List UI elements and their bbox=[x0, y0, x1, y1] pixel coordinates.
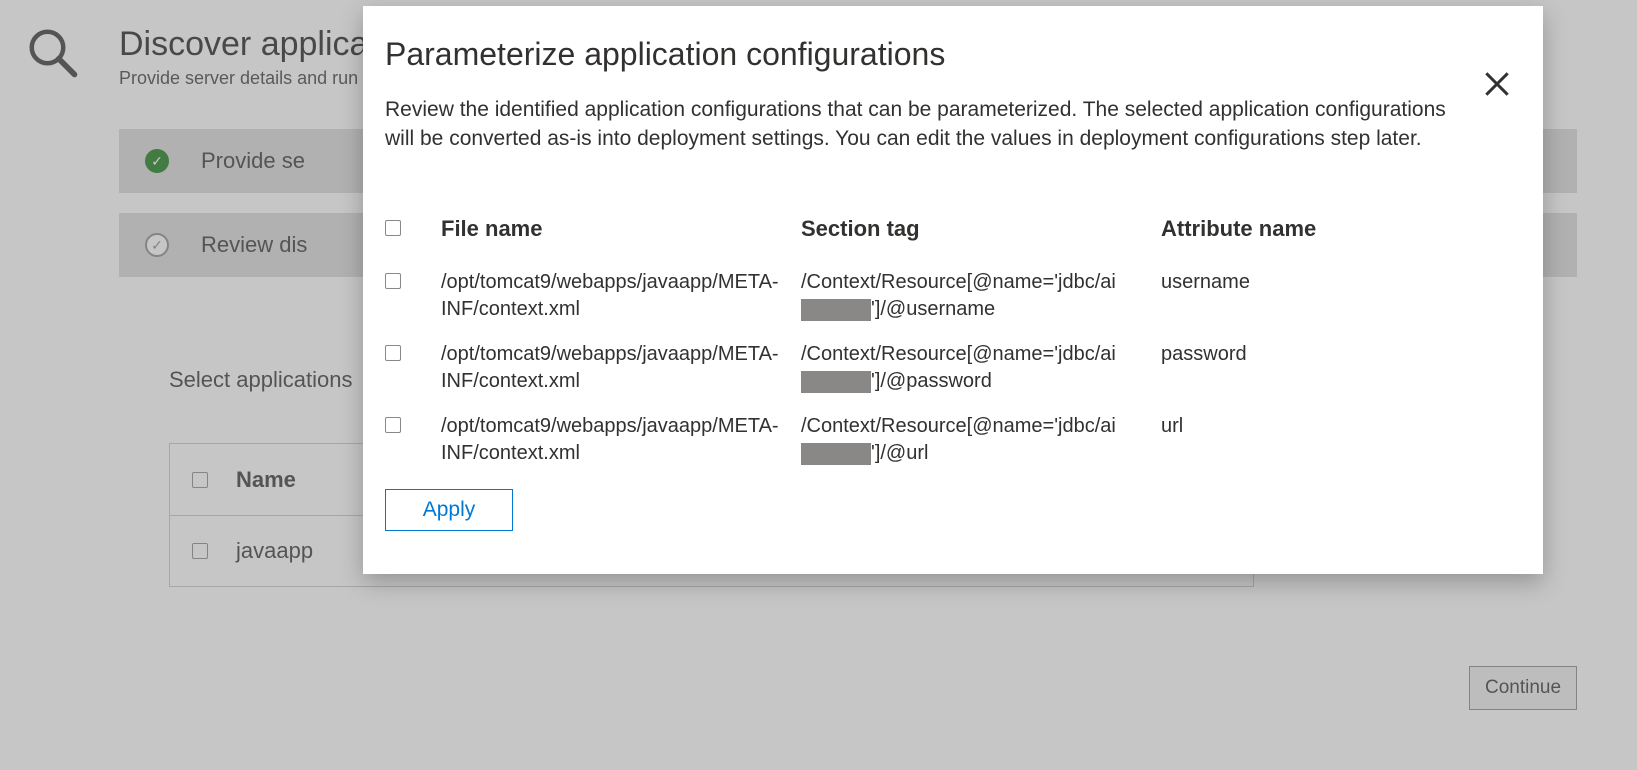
close-button[interactable] bbox=[1479, 66, 1515, 102]
attribute-name-cell: username bbox=[1161, 269, 1507, 296]
file-name-cell: /opt/tomcat9/webapps/javaapp/META-INF/co… bbox=[441, 269, 801, 323]
search-icon bbox=[25, 25, 79, 587]
modal-description: Review the identified application config… bbox=[385, 95, 1455, 154]
column-section-tag: Section tag bbox=[801, 214, 1161, 244]
table-row: /opt/tomcat9/webapps/javaapp/META-INF/co… bbox=[385, 413, 1507, 467]
section-tag-cell: /Context/Resource[@name='jdbc/aixxxxxxx'… bbox=[801, 413, 1161, 467]
row-checkbox[interactable] bbox=[385, 345, 401, 361]
row-checkbox[interactable] bbox=[385, 273, 401, 289]
continue-button[interactable]: Continue bbox=[1469, 666, 1577, 710]
column-file-name: File name bbox=[441, 214, 801, 244]
file-name-cell: /opt/tomcat9/webapps/javaapp/META-INF/co… bbox=[441, 413, 801, 467]
config-table: File name Section tag Attribute name /op… bbox=[385, 214, 1507, 468]
attribute-name-cell: password bbox=[1161, 341, 1507, 368]
select-all-checkbox[interactable] bbox=[192, 472, 208, 488]
parameterize-modal: Parameterize application configurations … bbox=[363, 6, 1543, 574]
app-name-cell: javaapp bbox=[236, 538, 313, 564]
column-attribute-name: Attribute name bbox=[1161, 214, 1507, 244]
check-icon: ✓ bbox=[145, 149, 169, 173]
step-label: Provide se bbox=[201, 148, 305, 174]
table-header-row: File name Section tag Attribute name bbox=[385, 214, 1507, 244]
row-checkbox[interactable] bbox=[192, 543, 208, 559]
modal-title: Parameterize application configurations bbox=[385, 36, 1507, 73]
section-tag-cell: /Context/Resource[@name='jdbc/aixxxxxxx'… bbox=[801, 269, 1161, 323]
table-row: /opt/tomcat9/webapps/javaapp/META-INF/co… bbox=[385, 341, 1507, 395]
check-icon: ✓ bbox=[145, 233, 169, 257]
apply-button[interactable]: Apply bbox=[385, 489, 513, 531]
select-all-configs-checkbox[interactable] bbox=[385, 220, 401, 236]
step-label: Review dis bbox=[201, 232, 307, 258]
attribute-name-cell: url bbox=[1161, 413, 1507, 440]
row-checkbox[interactable] bbox=[385, 417, 401, 433]
column-name: Name bbox=[236, 467, 296, 493]
close-icon bbox=[1481, 68, 1513, 100]
file-name-cell: /opt/tomcat9/webapps/javaapp/META-INF/co… bbox=[441, 341, 801, 395]
section-tag-cell: /Context/Resource[@name='jdbc/aixxxxxxx'… bbox=[801, 341, 1161, 395]
table-row: /opt/tomcat9/webapps/javaapp/META-INF/co… bbox=[385, 269, 1507, 323]
